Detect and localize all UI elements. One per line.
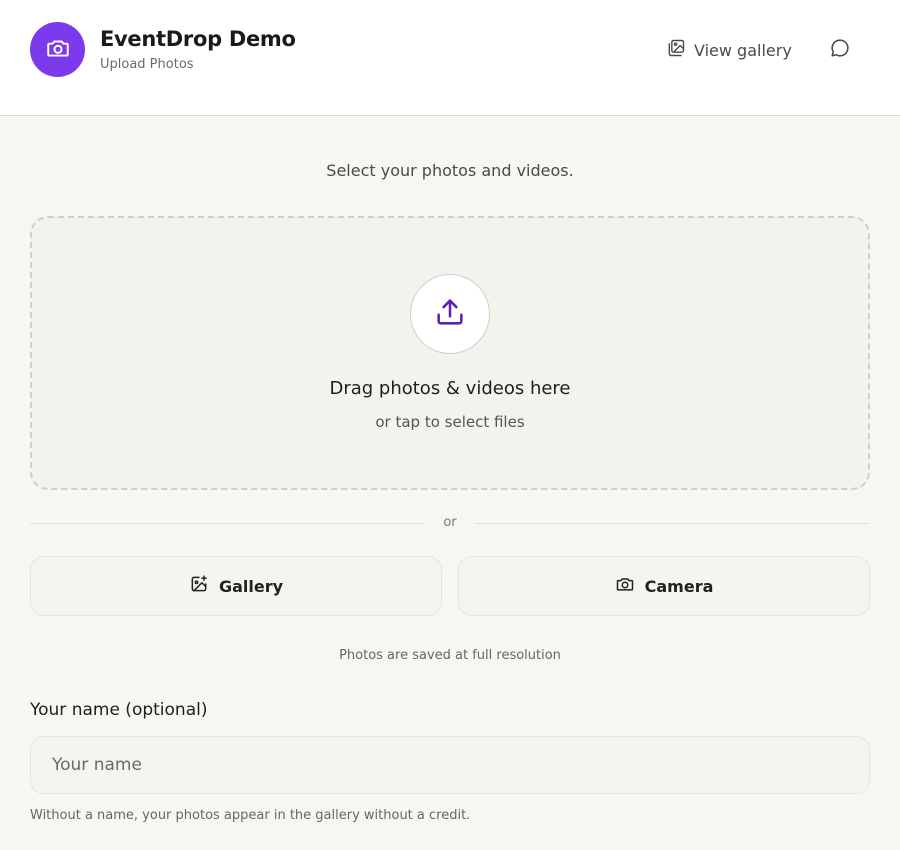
view-gallery-label: View gallery: [694, 40, 792, 60]
chat-bubble-icon: [829, 37, 851, 63]
gallery-button-label: Gallery: [218, 576, 284, 596]
camera-button-label: Camera: [644, 576, 714, 596]
resolution-note: Photos are saved at full resolution: [339, 648, 561, 663]
upload-button[interactable]: [410, 274, 490, 354]
camera-icon: [615, 574, 635, 598]
page-subtitle: Upload Photos: [100, 57, 194, 72]
name-field-label: Your name (optional): [30, 700, 208, 720]
page-title: EventDrop Demo: [100, 27, 296, 51]
app-header: EventDrop Demo Upload Photos View galler…: [0, 0, 900, 116]
gallery-button[interactable]: Gallery: [30, 556, 442, 616]
name-input[interactable]: [30, 736, 870, 794]
app-logo: [30, 22, 85, 77]
camera-icon: [45, 35, 71, 65]
name-field-hint: Without a name, your photos appear in th…: [30, 808, 471, 823]
divider-or: or: [443, 515, 457, 530]
gallery-icon: [666, 38, 686, 62]
upload-icon: [433, 295, 467, 333]
chat-button[interactable]: [828, 38, 852, 62]
dropzone-subtitle: or tap to select files: [375, 413, 525, 431]
gallery-add-icon: [189, 574, 209, 598]
select-prompt: Select your photos and videos.: [326, 161, 574, 180]
view-gallery-link[interactable]: View gallery: [666, 38, 792, 62]
upload-dropzone[interactable]: Drag photos & videos here or tap to sele…: [30, 216, 870, 490]
camera-button[interactable]: Camera: [458, 556, 870, 616]
dropzone-title: Drag photos & videos here: [329, 378, 571, 399]
